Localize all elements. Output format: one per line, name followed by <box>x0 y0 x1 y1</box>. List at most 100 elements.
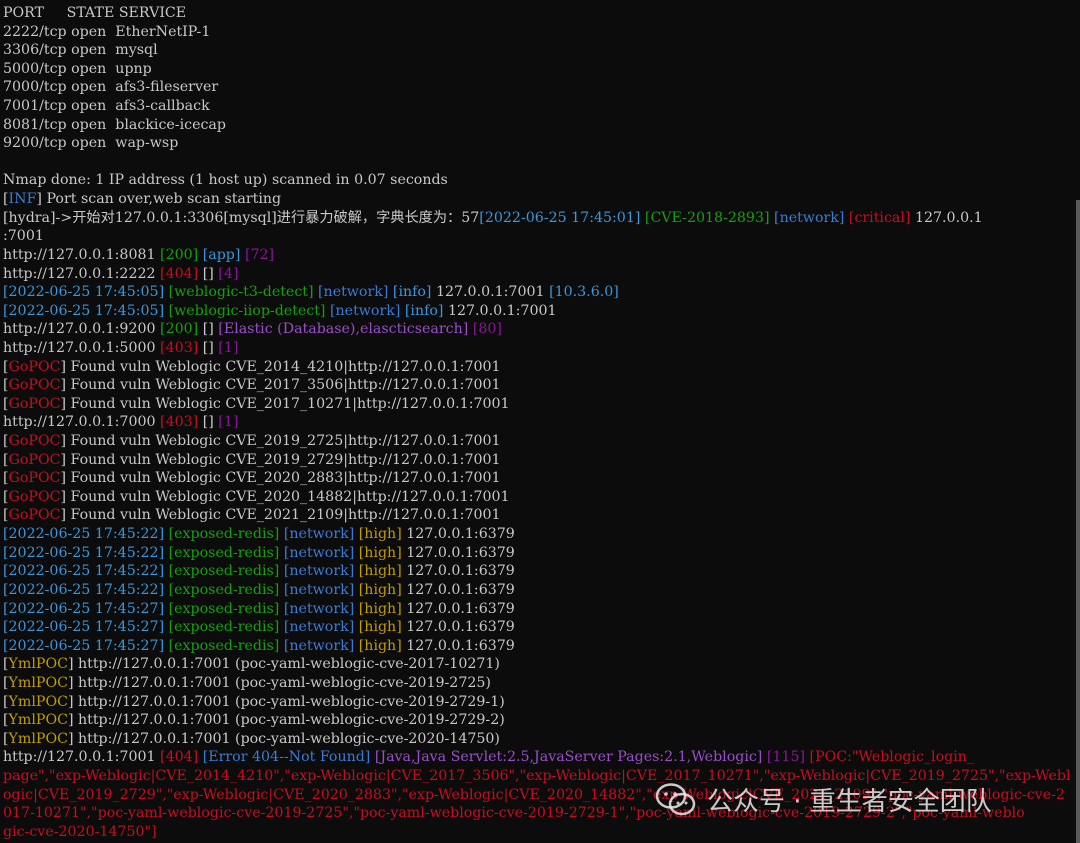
terminal-line: [GoPOC] Found vuln Weblogic CVE_2019_272… <box>3 451 1075 470</box>
terminal-line: [2022-06-25 17:45:27] [exposed-redis] [n… <box>3 600 1075 619</box>
terminal-text: [high] <box>358 600 402 617</box>
terminal-line: 8081/tcp open blackice-icecap <box>3 116 1075 135</box>
terminal-line: 3306/tcp open mysql <box>3 41 1075 60</box>
terminal-text: [] <box>198 339 219 356</box>
terminal-text: [403] <box>160 339 199 356</box>
terminal-text: [1] <box>218 339 239 356</box>
terminal-text: http://127.0.0.1:5000 <box>3 339 161 356</box>
terminal-text: [network] <box>283 581 355 598</box>
terminal-text: 127.0.0.1:6379 <box>401 581 515 598</box>
terminal-text: http://127.0.0.1:7001 <box>3 749 161 766</box>
terminal-text: [high] <box>358 581 402 598</box>
terminal-line: [YmlPOC] http://127.0.0.1:7001 (poc-yaml… <box>3 711 1075 730</box>
terminal-text: 127.0.0.1:6379 <box>401 619 515 636</box>
terminal-line: [YmlPOC] http://127.0.0.1:7001 (poc-yaml… <box>3 693 1075 712</box>
terminal-text: ] Found vuln Weblogic CVE_2020_14882|htt… <box>60 488 510 505</box>
terminal-text: [404] <box>160 749 199 766</box>
watermark: 公众号 · 重生者安全团队 <box>655 781 992 818</box>
terminal-line: http://127.0.0.1:7001 [404] [Error 404--… <box>3 748 1075 767</box>
terminal-text: YmlPOC <box>8 656 68 673</box>
terminal-text: [2022-06-25 17:45:01] <box>479 209 641 226</box>
terminal-line: PORT STATE SERVICE <box>3 4 1075 23</box>
terminal-text: [] <box>198 414 219 431</box>
terminal-line: 7000/tcp open afs3-fileserver <box>3 78 1075 97</box>
terminal-text: [network] <box>283 526 355 543</box>
terminal-line: [2022-06-25 17:45:22] [exposed-redis] [n… <box>3 562 1075 581</box>
terminal-line: 2222/tcp open EtherNetIP-1 <box>3 23 1075 42</box>
terminal-text: [network] <box>330 302 401 319</box>
terminal-text: ] Found vuln Weblogic CVE_2017_10271|htt… <box>60 395 510 412</box>
terminal-text: [exposed-redis] <box>168 637 280 654</box>
terminal-text: [exposed-redis] <box>168 544 280 561</box>
terminal-text: [POC:"Weblogic_login_ <box>809 749 974 766</box>
terminal-text: http://127.0.0.1:2222 <box>3 265 161 282</box>
terminal-text: GoPOC <box>8 488 61 505</box>
terminal-text: ] http://127.0.0.1:7001 (poc-yaml-weblog… <box>67 730 500 747</box>
terminal-text: [2022-06-25 17:45:05] <box>3 302 165 319</box>
terminal-text: 9200/tcp open wap-wsp <box>3 135 179 152</box>
terminal-text: [network] <box>283 563 355 580</box>
terminal-line: [YmlPOC] http://127.0.0.1:7001 (poc-yaml… <box>3 674 1075 693</box>
terminal-text: [exposed-redis] <box>168 619 280 636</box>
terminal-line: [2022-06-25 17:45:05] [weblogic-iiop-det… <box>3 302 1075 321</box>
terminal-text: [2022-06-25 17:45:27] <box>3 619 165 636</box>
terminal-line: http://127.0.0.1:2222 [404] [] [4] <box>3 265 1075 284</box>
terminal-line: http://127.0.0.1:7000 [403] [] [1] <box>3 413 1075 432</box>
terminal-text: [2022-06-25 17:45:05] <box>3 284 165 301</box>
terminal-text: [exposed-redis] <box>168 600 280 617</box>
terminal-line: [GoPOC] Found vuln Weblogic CVE_2021_210… <box>3 506 1075 525</box>
terminal-line: [hydra]->开始对127.0.0.1:3306[mysql]进行暴力破解，… <box>3 209 1075 228</box>
terminal-text: [4] <box>218 265 239 282</box>
terminal-text: [2022-06-25 17:45:27] <box>3 600 165 617</box>
terminal-text: ] http://127.0.0.1:7001 (poc-yaml-weblog… <box>67 674 491 691</box>
terminal-text: [80] <box>472 321 502 338</box>
terminal-text: [Error 404--Not Found] <box>202 749 371 766</box>
terminal-text: 127.0.0.1:6379 <box>401 526 515 543</box>
terminal-line: [GoPOC] Found vuln Weblogic CVE_2014_421… <box>3 358 1075 377</box>
terminal-text: [200] <box>160 246 199 263</box>
watermark-text: 公众号 · 重生者安全团队 <box>707 787 992 817</box>
terminal-text: ] Found vuln Weblogic CVE_2020_2883|http… <box>60 470 501 487</box>
terminal-line: [INF] Port scan over,web scan starting <box>3 190 1075 209</box>
terminal-text: [network] <box>318 284 389 301</box>
terminal-line: 5000/tcp open upnp <box>3 60 1075 79</box>
terminal-text: 127.0.0.1:7001 <box>443 302 557 319</box>
terminal-text: [72] <box>244 246 275 263</box>
terminal-text: GoPOC <box>8 395 61 412</box>
terminal-text: 127.0.0.1:7001 <box>431 284 550 301</box>
terminal-line: Nmap done: 1 IP address (1 host up) scan… <box>3 171 1075 190</box>
terminal-text: [weblogic-t3-detect] <box>168 284 314 301</box>
terminal-text: ] http://127.0.0.1:7001 (poc-yaml-weblog… <box>67 693 505 710</box>
terminal-text: [Java,Java Servlet:2.5,JavaServer Pages:… <box>374 749 763 766</box>
terminal-line: 9200/tcp open wap-wsp <box>3 134 1075 153</box>
terminal-text: GoPOC <box>8 470 61 487</box>
terminal-text: :7001 <box>3 228 44 245</box>
terminal-line: [GoPOC] Found vuln Weblogic CVE_2020_148… <box>3 488 1075 507</box>
terminal-text: 7000/tcp open afs3-fileserver <box>3 79 219 96</box>
terminal-text: [2022-06-25 17:45:22] <box>3 544 165 561</box>
terminal-output[interactable]: PORT STATE SERVICE 2222/tcp open EtherNet… <box>3 4 1075 841</box>
terminal-text: 3306/tcp open mysql <box>3 42 158 59</box>
scrollbar[interactable] <box>1076 200 1080 843</box>
terminal-text: GoPOC <box>8 433 61 450</box>
terminal-text: [] <box>198 321 219 338</box>
terminal-text: [2022-06-25 17:45:22] <box>3 563 165 580</box>
terminal-text: [info] <box>404 302 444 319</box>
terminal-text: [exposed-redis] <box>168 563 280 580</box>
terminal-text: http://127.0.0.1:9200 <box>3 321 161 338</box>
terminal-text: [network] <box>283 637 355 654</box>
terminal-text: 127.0.0.1:6379 <box>401 544 515 561</box>
terminal-text: 5000/tcp open upnp <box>3 60 152 77</box>
terminal-line: 7001/tcp open afs3-callback <box>3 97 1075 116</box>
terminal-line: http://127.0.0.1:8081 [200] [app] [72] <box>3 246 1075 265</box>
terminal-text: [2022-06-25 17:45:22] <box>3 581 165 598</box>
terminal-text: [weblogic-iiop-detect] <box>168 302 326 319</box>
terminal-text: PORT STATE SERVICE <box>3 5 187 21</box>
terminal-line: [YmlPOC] http://127.0.0.1:7001 (poc-yaml… <box>3 655 1075 674</box>
terminal-text: [hydra]->开始对127.0.0.1:3306[mysql]进行暴力破解，… <box>3 209 480 226</box>
terminal-text: GoPOC <box>8 507 61 524</box>
terminal-text: ] Found vuln Weblogic CVE_2017_3506|http… <box>60 377 501 394</box>
terminal-text: ] Found vuln Weblogic CVE_2019_2729|http… <box>60 451 501 468</box>
terminal-text: [exposed-redis] <box>168 526 280 543</box>
